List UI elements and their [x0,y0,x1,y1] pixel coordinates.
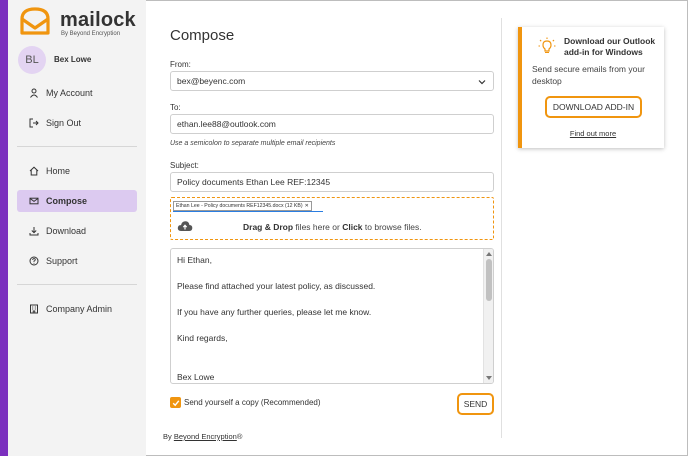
sidebar-item-company-admin[interactable]: Company Admin [17,298,137,320]
addin-description: Send secure emails from your desktop [532,64,645,86]
sidebar-item-label: Company Admin [46,304,113,314]
sidebar-item-home[interactable]: Home [17,160,137,182]
footer-link[interactable]: Beyond Encryption [174,432,237,441]
checkmark-icon [172,399,179,406]
brand-tagline: By Beyond Encryption [61,31,121,37]
from-select[interactable]: bex@beyenc.com [170,71,494,91]
outlook-addin-card: Download our Outlook add-in for Windows … [518,27,664,148]
footer-prefix: By [163,432,174,441]
building-icon [30,304,38,314]
addin-title: Download our Outlook add-in for Windows [564,36,656,57]
message-line: Bex Lowe [177,372,215,382]
sidebar-divider [17,146,137,147]
attachment-dropzone[interactable]: Ethan Lee - Policy documents REF12345.do… [170,197,494,240]
send-copy-label[interactable]: Send yourself a copy (Recommended) [184,398,321,407]
drop-text-end: to browse files. [362,222,422,232]
avatar[interactable]: BL [18,46,46,74]
sidebar-item-label: My Account [46,88,93,98]
send-button[interactable]: SEND [457,393,494,415]
subject-value: Policy documents Ethan Lee REF:12345 [177,177,331,187]
message-scrollbar[interactable] [483,249,493,383]
person-icon [30,88,38,98]
drop-text-bold: Drag & Drop [243,222,294,232]
sidebar-item-label: Download [46,226,87,236]
from-label: From: [170,60,191,69]
to-hint: Use a semicolon to separate multiple ema… [170,140,336,147]
message-body[interactable]: Hi Ethan, Please find attached your late… [170,248,494,384]
to-input[interactable]: ethan.lee88@outlook.com [170,114,494,134]
attachment-chip[interactable]: Ethan Lee - Policy documents REF12345.do… [173,201,312,211]
scroll-down-arrow[interactable] [486,376,492,380]
mailock-logo[interactable]: mailock By Beyond Encryption [18,5,138,39]
sidebar-item-my-account[interactable]: My Account [17,82,137,104]
message-line: If you have any further queries, please … [177,307,372,317]
sidebar: mailock By Beyond Encryption BL Bex Lowe… [8,0,146,456]
drop-text-mid: files here or [293,222,343,232]
scroll-up-arrow[interactable] [486,252,492,256]
column-divider [501,18,502,438]
attachment-name: Ethan Lee - Policy documents REF12345.do… [176,203,303,209]
sidebar-item-support[interactable]: Support [17,250,137,272]
footer-suffix: ® [236,432,243,441]
sidebar-item-label: Home [46,166,71,176]
message-line: Hi Ethan, [177,255,212,265]
home-icon [29,166,39,176]
from-value: bex@beyenc.com [177,76,246,86]
envelope-icon [29,197,39,205]
message-line: Please find attached your latest policy,… [177,281,376,291]
sign-out-icon [29,118,39,128]
brand-accent-bar [0,0,8,456]
user-name: Bex Lowe [54,55,92,64]
sidebar-item-label: Compose [46,196,88,206]
subject-input[interactable]: Policy documents Ethan Lee REF:12345 [170,172,494,192]
download-addin-button[interactable]: DOWNLOAD ADD-IN [545,96,642,118]
envelope-logo-icon [20,7,50,35]
sidebar-item-download[interactable]: Download [17,220,137,242]
brand-name: mailock [60,9,136,31]
subject-label: Subject: [170,161,199,170]
help-icon [29,256,39,266]
attachment-progress-bar [173,211,323,212]
sidebar-item-label: Support [46,256,78,266]
download-icon [29,227,39,236]
send-copy-checkbox[interactable] [170,397,181,408]
message-line: Kind regards, [177,333,228,343]
chevron-down-icon [478,80,486,85]
attachment-remove-icon[interactable]: ✕ [305,203,309,209]
sidebar-item-compose[interactable]: Compose [17,190,137,212]
lightbulb-icon [538,37,556,54]
to-value: ethan.lee88@outlook.com [177,119,276,129]
sidebar-item-label: Sign Out [46,118,82,128]
drop-text-click[interactable]: Click [342,222,362,232]
dropzone-text: Drag & Drop files here or Click to brows… [243,222,422,232]
find-out-more-link[interactable]: Find out more [522,129,664,138]
page-title: Compose [170,27,235,44]
to-label: To: [170,103,181,112]
sidebar-item-sign-out[interactable]: Sign Out [17,112,137,134]
footer: By Beyond Encryption® [163,432,242,441]
cloud-upload-icon [177,221,193,231]
scroll-thumb[interactable] [486,259,492,301]
sidebar-divider [17,284,137,285]
